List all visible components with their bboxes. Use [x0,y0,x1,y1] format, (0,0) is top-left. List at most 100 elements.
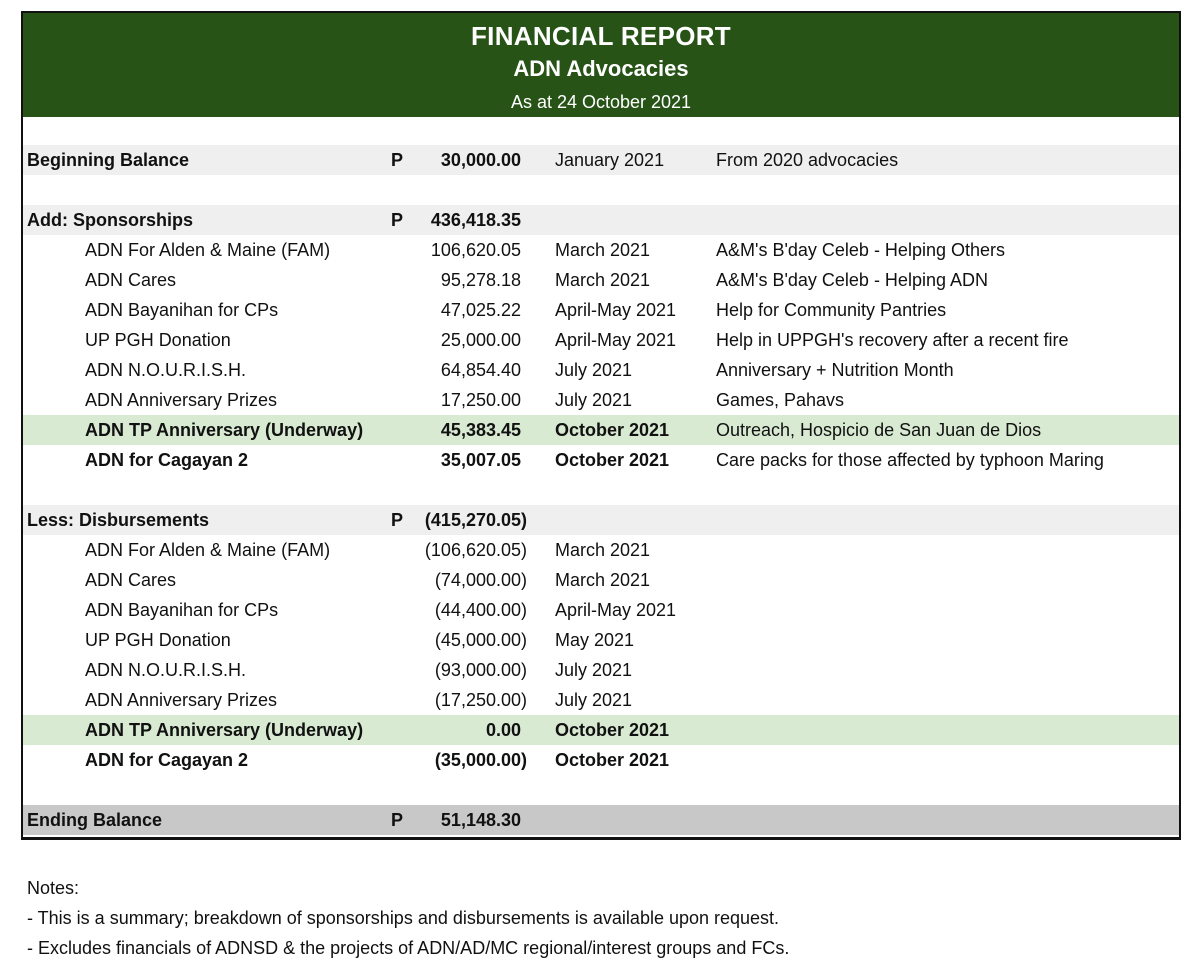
item-note: Help for Community Pantries [716,300,947,320]
note-line: - Excludes financials of ADNSD & the pro… [27,938,790,958]
report-subtitle: ADN Advocacies [513,56,689,81]
table-row: ADN For Alden & Maine (FAM) 106,620.05 M… [23,235,1179,265]
item-date: July 2021 [555,390,633,410]
table-row: ADN for Cagayan 2 (35,000.00) October 20… [23,745,1179,775]
beginning-balance-row: Beginning Balance P 30,000.00 January 20… [23,145,1179,175]
item-name: ADN Cares [85,270,177,290]
item-note: Help in UPPGH's recovery after a recent … [716,330,1069,350]
item-date: April-May 2021 [555,600,677,620]
item-amount: 47,025.22 [440,300,521,320]
disbursements-label: Less: Disbursements [27,510,210,530]
table-row: ADN TP Anniversary (Underway) 45,383.45 … [23,415,1179,445]
beginning-balance-note: From 2020 advocacies [716,150,899,170]
report-table: Beginning Balance P 30,000.00 January 20… [23,145,1179,835]
disbursements-header-row: Less: Disbursements P (415,270.05) [23,505,1179,535]
item-note: Anniversary + Nutrition Month [716,360,954,380]
item-date: October 2021 [555,720,670,740]
report-date: As at 24 October 2021 [510,92,692,112]
item-date: March 2021 [555,240,651,260]
ending-balance-label: Ending Balance [27,810,163,830]
beginning-balance-label: Beginning Balance [27,150,190,170]
item-amount: (74,000.00) [434,570,527,590]
item-note: A&M's B'day Celeb - Helping Others [716,240,1005,260]
note-line: - This is a summary; breakdown of sponso… [27,908,780,928]
report-title: FINANCIAL REPORT [471,21,731,51]
beginning-balance-date: January 2021 [555,150,665,170]
item-note: Outreach, Hospicio de San Juan de Dios [716,420,1042,440]
table-row: ADN TP Anniversary (Underway) 0.00 Octob… [23,715,1179,745]
item-date: March 2021 [555,570,651,590]
table-row: ADN N.O.U.R.I.S.H. (93,000.00) July 2021 [23,655,1179,685]
item-note: Care packs for those affected by typhoon… [716,450,1104,470]
disbursements-total: (415,270.05) [424,510,527,530]
item-amount: (106,620.05) [424,540,527,560]
item-name: ADN N.O.U.R.I.S.H. [85,360,247,380]
table-row: ADN Bayanihan for CPs 47,025.22 April-Ma… [23,295,1179,325]
currency-symbol: P [391,810,404,830]
table-row: ADN Anniversary Prizes 17,250.00 July 20… [23,385,1179,415]
currency-symbol: P [391,150,404,170]
table-row: ADN For Alden & Maine (FAM) (106,620.05)… [23,535,1179,565]
currency-symbol: P [391,510,404,530]
item-date: March 2021 [555,270,651,290]
table-row: UP PGH Donation (45,000.00) May 2021 [23,625,1179,655]
item-amount: 35,007.05 [440,450,521,470]
item-name: ADN for Cagayan 2 [85,750,249,770]
table-row: ADN for Cagayan 2 35,007.05 October 2021… [23,445,1179,475]
ending-balance-amount: 51,148.30 [440,810,521,830]
item-name: ADN Bayanihan for CPs [85,300,279,320]
item-name: ADN Bayanihan for CPs [85,600,279,620]
notes-section: Notes: - This is a summary; breakdown of… [27,873,789,963]
table-row: ADN Cares (74,000.00) March 2021 [23,565,1179,595]
table-row: ADN Cares 95,278.18 March 2021 A&M's B'd… [23,265,1179,295]
item-note: Games, Pahavs [716,390,845,410]
item-amount: 25,000.00 [440,330,521,350]
item-name: ADN For Alden & Maine (FAM) [85,540,331,560]
sponsorships-total: 436,418.35 [430,210,521,230]
item-note: A&M's B'day Celeb - Helping ADN [716,270,988,290]
item-amount: (17,250.00) [434,690,527,710]
item-date: October 2021 [555,450,670,470]
notes-heading: Notes: [27,878,80,898]
financial-report: FINANCIAL REPORT ADN Advocacies As at 24… [21,11,1181,840]
report-header: FINANCIAL REPORT ADN Advocacies As at 24… [23,13,1179,117]
item-name: ADN TP Anniversary (Underway) [85,720,364,740]
item-date: October 2021 [555,420,670,440]
item-date: July 2021 [555,690,633,710]
table-row: ADN Bayanihan for CPs (44,400.00) April-… [23,595,1179,625]
item-date: April-May 2021 [555,330,677,350]
item-name: ADN Anniversary Prizes [85,390,278,410]
item-name: ADN Cares [85,570,177,590]
item-amount: 0.00 [485,720,521,740]
item-date: July 2021 [555,360,633,380]
sponsorships-label: Add: Sponsorships [27,210,193,230]
table-row: UP PGH Donation 25,000.00 April-May 2021… [23,325,1179,355]
item-amount: (44,400.00) [434,600,527,620]
item-amount: (35,000.00) [434,750,527,770]
item-date: July 2021 [555,660,633,680]
item-date: April-May 2021 [555,300,677,320]
sponsorships-header-row: Add: Sponsorships P 436,418.35 [23,205,1179,235]
item-date: October 2021 [555,750,670,770]
item-name: UP PGH Donation [85,630,231,650]
item-name: ADN TP Anniversary (Underway) [85,420,364,440]
item-name: ADN N.O.U.R.I.S.H. [85,660,247,680]
item-amount: (93,000.00) [434,660,527,680]
item-name: ADN for Cagayan 2 [85,450,249,470]
item-date: March 2021 [555,540,651,560]
item-date: May 2021 [555,630,635,650]
item-amount: (45,000.00) [434,630,527,650]
currency-symbol: P [391,210,404,230]
table-row: ADN Anniversary Prizes (17,250.00) July … [23,685,1179,715]
table-row: ADN N.O.U.R.I.S.H. 64,854.40 July 2021 A… [23,355,1179,385]
item-name: ADN Anniversary Prizes [85,690,278,710]
ending-balance-row: Ending Balance P 51,148.30 [23,805,1179,835]
item-amount: 45,383.45 [440,420,521,440]
beginning-balance-amount: 30,000.00 [440,150,521,170]
item-name: ADN For Alden & Maine (FAM) [85,240,331,260]
item-amount: 95,278.18 [440,270,521,290]
item-amount: 106,620.05 [430,240,521,260]
item-name: UP PGH Donation [85,330,231,350]
